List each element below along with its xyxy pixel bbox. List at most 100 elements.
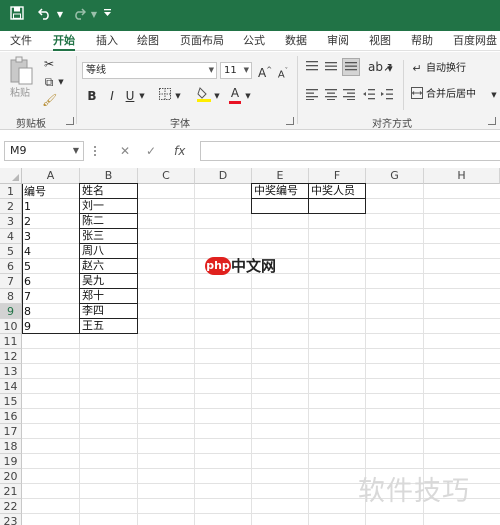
tab-view[interactable]: 视图 <box>369 33 391 51</box>
clipboard-launcher-icon[interactable] <box>66 117 74 125</box>
name-box-dropdown-icon[interactable]: ▼ <box>73 142 79 160</box>
tab-home[interactable]: 开始 <box>53 33 75 51</box>
row-header-7[interactable]: 7 <box>0 274 22 289</box>
tab-file[interactable]: 文件 <box>10 33 32 51</box>
cell-b5[interactable]: 周八 <box>79 243 138 259</box>
column-header-g[interactable]: G <box>366 168 424 184</box>
redo-dropdown-icon[interactable]: ▼ <box>89 6 99 24</box>
align-center-icon[interactable] <box>324 88 338 104</box>
tab-review[interactable]: 审阅 <box>327 33 349 51</box>
copy-icon[interactable]: ⧉ <box>42 74 56 90</box>
align-bottom-icon[interactable] <box>342 58 360 76</box>
name-box[interactable]: M9 ▼ <box>4 141 84 161</box>
font-name-select[interactable]: 等线 ▼ <box>82 62 217 79</box>
merge-center-button[interactable]: 合并后居中 ▼ <box>410 87 500 103</box>
enter-icon[interactable]: ✓ <box>146 143 156 159</box>
cell-a8[interactable]: 7 <box>22 289 80 304</box>
align-middle-icon[interactable] <box>324 60 338 76</box>
fill-color-dropdown-icon[interactable]: ▼ <box>213 88 221 104</box>
row-header-16[interactable]: 16 <box>0 409 22 424</box>
column-header-d[interactable]: D <box>195 168 252 184</box>
merge-center-dropdown-icon[interactable]: ▼ <box>490 87 498 103</box>
undo-icon[interactable] <box>36 6 54 24</box>
cell-b9[interactable]: 李四 <box>79 303 138 319</box>
tab-formulas[interactable]: 公式 <box>243 33 265 51</box>
tab-data[interactable]: 数据 <box>285 33 307 51</box>
cell-a6[interactable]: 5 <box>22 259 80 274</box>
row-header-19[interactable]: 19 <box>0 454 22 469</box>
row-header-3[interactable]: 3 <box>0 214 22 229</box>
row-header-18[interactable]: 18 <box>0 439 22 454</box>
tab-help[interactable]: 帮助 <box>411 33 433 51</box>
cell-a10[interactable]: 9 <box>22 319 80 334</box>
cell-a3[interactable]: 2 <box>22 214 80 229</box>
column-header-f[interactable]: F <box>309 168 366 184</box>
column-header-h[interactable]: H <box>424 168 500 184</box>
cell-b2[interactable]: 刘一 <box>79 198 138 214</box>
cancel-icon[interactable]: ✕ <box>120 143 130 159</box>
cell-b8[interactable]: 郑十 <box>79 288 138 304</box>
cell-b3[interactable]: 陈二 <box>79 213 138 229</box>
cell-b1[interactable]: 姓名 <box>79 183 138 199</box>
cell-f2[interactable] <box>308 198 366 214</box>
column-header-b[interactable]: B <box>80 168 138 184</box>
align-top-icon[interactable] <box>305 60 319 76</box>
cell-a9[interactable]: 8 <box>22 304 80 319</box>
underline-dropdown-icon[interactable]: ▼ <box>138 88 146 104</box>
tab-page-layout[interactable]: 页面布局 <box>180 33 224 51</box>
row-header-10[interactable]: 10 <box>0 319 22 334</box>
select-all-button[interactable] <box>0 168 22 184</box>
row-header-20[interactable]: 20 <box>0 469 22 484</box>
tab-baidu-netdisk[interactable]: 百度网盘 <box>453 33 497 51</box>
fill-color-icon[interactable] <box>196 86 212 106</box>
save-icon[interactable] <box>8 6 26 24</box>
cell-b7[interactable]: 吴九 <box>79 273 138 289</box>
cell-a2[interactable]: 1 <box>22 199 80 214</box>
align-left-icon[interactable] <box>305 88 319 104</box>
cell-b6[interactable]: 赵六 <box>79 258 138 274</box>
row-header-2[interactable]: 2 <box>0 199 22 214</box>
cell-b10[interactable]: 王五 <box>79 318 138 334</box>
row-header-13[interactable]: 13 <box>0 364 22 379</box>
row-header-8[interactable]: 8 <box>0 289 22 304</box>
borders-dropdown-icon[interactable]: ▼ <box>174 88 182 104</box>
row-header-9[interactable]: 9 <box>0 304 22 319</box>
font-color-icon[interactable]: A <box>228 85 242 104</box>
borders-icon[interactable] <box>158 88 172 104</box>
cell-f1[interactable]: 中奖人员 <box>308 183 366 199</box>
row-header-6[interactable]: 6 <box>0 259 22 274</box>
row-header-5[interactable]: 5 <box>0 244 22 259</box>
column-header-c[interactable]: C <box>138 168 195 184</box>
paste-button[interactable]: 粘贴 <box>8 56 36 106</box>
row-header-4[interactable]: 4 <box>0 229 22 244</box>
undo-dropdown-icon[interactable]: ▼ <box>55 6 65 24</box>
cell-e2[interactable] <box>251 198 309 214</box>
decrease-indent-icon[interactable] <box>362 88 376 104</box>
font-color-dropdown-icon[interactable]: ▼ <box>244 88 252 104</box>
copy-dropdown-icon[interactable]: ▼ <box>57 74 65 90</box>
tab-insert[interactable]: 插入 <box>96 33 118 51</box>
row-header-15[interactable]: 15 <box>0 394 22 409</box>
shrink-font-icon[interactable]: Aˇ <box>276 63 290 83</box>
bold-button[interactable]: B <box>86 88 98 104</box>
cell-b4[interactable]: 张三 <box>79 228 138 244</box>
row-header-12[interactable]: 12 <box>0 349 22 364</box>
row-header-1[interactable]: 1 <box>0 184 22 199</box>
row-header-22[interactable]: 22 <box>0 499 22 514</box>
italic-button[interactable]: I <box>106 88 118 104</box>
customize-qat-icon[interactable] <box>101 6 113 24</box>
cell-a5[interactable]: 4 <box>22 244 80 259</box>
row-header-17[interactable]: 17 <box>0 424 22 439</box>
align-right-icon[interactable] <box>342 88 356 104</box>
alignment-launcher-icon[interactable] <box>488 117 496 125</box>
row-header-14[interactable]: 14 <box>0 379 22 394</box>
redo-icon[interactable] <box>70 6 88 24</box>
cell-a4[interactable]: 3 <box>22 229 80 244</box>
tab-draw[interactable]: 绘图 <box>137 33 159 51</box>
row-header-11[interactable]: 11 <box>0 334 22 349</box>
row-header-21[interactable]: 21 <box>0 484 22 499</box>
formula-input[interactable] <box>200 141 500 161</box>
format-painter-icon[interactable]: 🖌 <box>42 92 57 108</box>
cell-a1[interactable]: 编号 <box>22 184 80 199</box>
font-size-select[interactable]: 11 ▼ <box>220 62 252 79</box>
